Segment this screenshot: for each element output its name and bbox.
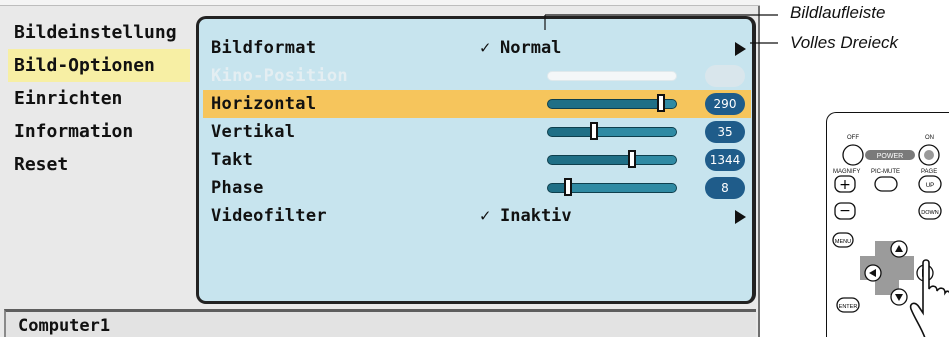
menu-item-vertikal[interactable]: Vertikal 35 xyxy=(203,118,751,146)
submenu-triangle-icon[interactable] xyxy=(735,42,746,56)
menu-item-value: Normal xyxy=(500,38,562,58)
slider-thumb[interactable] xyxy=(657,94,665,112)
minus-icon: − xyxy=(839,203,851,219)
slider-track[interactable] xyxy=(547,150,677,168)
menu-item-takt[interactable]: Takt 1344 xyxy=(203,146,751,174)
value-badge: 1344 xyxy=(705,149,745,171)
slider-track[interactable] xyxy=(547,94,677,112)
pic-mute-button[interactable] xyxy=(874,176,898,192)
slider-thumb[interactable] xyxy=(564,178,572,196)
annotation-full-triangle: Volles Dreieck xyxy=(790,33,899,52)
menu-item-label: Bildformat xyxy=(211,38,317,58)
slider-remaining xyxy=(572,184,676,192)
osd-menu: Bildeinstellung Bild-Optionen Einrichten… xyxy=(0,0,760,337)
slider-track xyxy=(547,71,677,81)
menu-item-bildformat[interactable]: Bildformat ✓ Normal xyxy=(203,34,751,62)
slider-track[interactable] xyxy=(547,178,677,196)
submenu-triangle-icon[interactable] xyxy=(735,210,746,224)
slider-track[interactable] xyxy=(547,122,677,140)
on-button-center xyxy=(924,150,934,160)
menu-item-videofilter[interactable]: Videofilter ✓ Inaktiv xyxy=(203,202,751,230)
check-icon: ✓ xyxy=(480,38,491,58)
slider-thumb[interactable] xyxy=(590,122,598,140)
value-badge: 290 xyxy=(705,93,745,115)
menu-item-label: Phase xyxy=(211,178,264,198)
status-bar: Computer1 xyxy=(4,309,756,337)
input-source-label: Computer1 xyxy=(18,316,111,336)
menu-item-label: Videofilter xyxy=(211,206,327,226)
menu-item-label: Kino-Position xyxy=(211,66,348,86)
down-label: DOWN xyxy=(921,210,938,216)
off-button[interactable] xyxy=(842,144,864,166)
slider-remaining xyxy=(665,100,676,108)
slider-remaining xyxy=(636,156,676,164)
menu-item-value: Inaktiv xyxy=(500,206,572,226)
value-badge: 8 xyxy=(705,177,745,199)
menu-item-label: Takt xyxy=(211,150,254,170)
remote-control: OFF ON MAGNIFY PIC-MUTE PAGE POWER + UP … xyxy=(826,112,949,337)
value-badge xyxy=(705,65,745,87)
submenu-panel: Bildformat ✓ Normal Kino-Position Horizo… xyxy=(196,16,756,304)
enter-label: ENTER xyxy=(839,304,858,310)
menu-item-horizontal[interactable]: Horizontal 290 xyxy=(203,90,751,118)
slider-remaining xyxy=(598,128,676,136)
category-bildeinstellung[interactable]: Bildeinstellung xyxy=(8,16,190,49)
menu-top-border xyxy=(0,0,760,6)
check-icon: ✓ xyxy=(480,206,491,226)
remote-buttons: POWER + UP − DOWN MENU ENTER xyxy=(832,144,949,337)
up-label: UP xyxy=(926,183,934,189)
value-badge: 35 xyxy=(705,121,745,143)
menu-item-kino-position: Kino-Position xyxy=(203,62,751,90)
plus-icon: + xyxy=(839,177,851,193)
menu-item-label: Horizontal xyxy=(211,94,317,114)
power-label: POWER xyxy=(877,153,903,160)
annotation-scrollbar: Bildlaufleiste xyxy=(790,3,886,22)
menu-item-label: Vertikal xyxy=(211,122,296,142)
category-information[interactable]: Information xyxy=(8,115,190,148)
category-list: Bildeinstellung Bild-Optionen Einrichten… xyxy=(8,16,190,181)
menu-label: MENU xyxy=(835,239,851,245)
menu-item-phase[interactable]: Phase 8 xyxy=(203,174,751,202)
slider-thumb[interactable] xyxy=(628,150,636,168)
category-reset[interactable]: Reset xyxy=(8,148,190,181)
category-einrichten[interactable]: Einrichten xyxy=(8,82,190,115)
category-bild-optionen[interactable]: Bild-Optionen xyxy=(8,49,190,82)
